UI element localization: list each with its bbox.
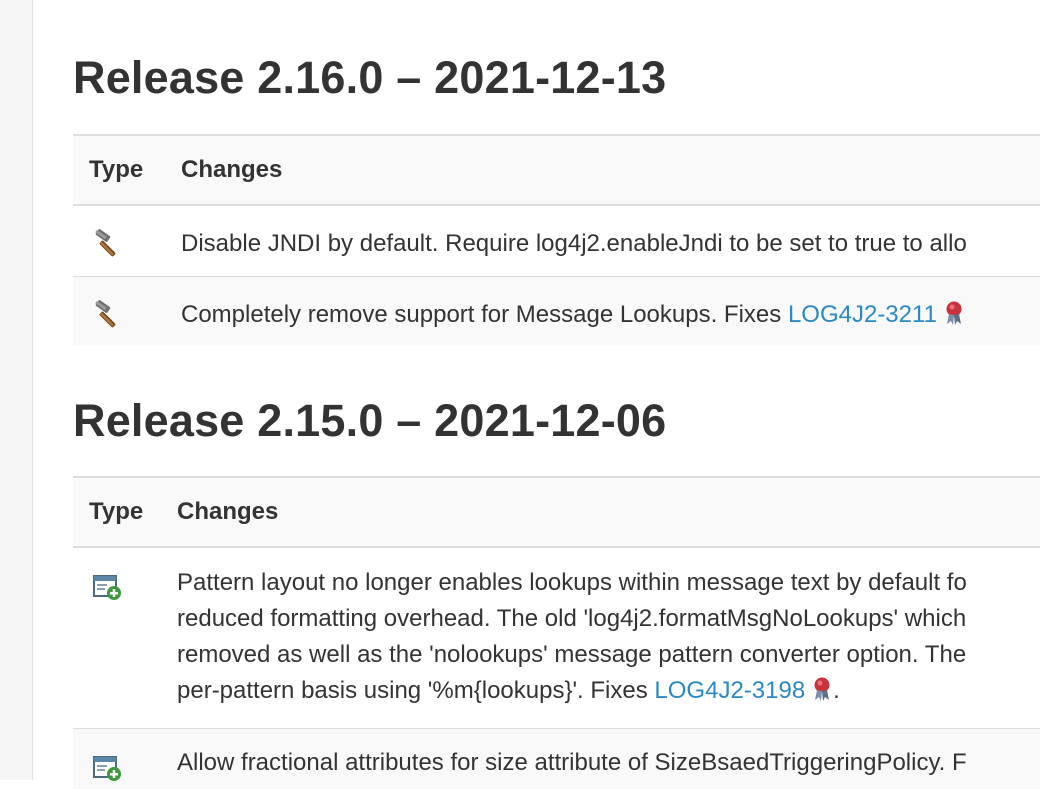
column-header-changes: Changes [177,477,1040,547]
hammer-fix-icon [91,299,123,331]
changes-table: Type Changes Disable JNDI by default. Re… [73,134,1040,345]
hammer-fix-icon [91,228,123,260]
table-row: Completely remove support for Message Lo… [73,277,1040,346]
change-description: Completely remove support for Message Lo… [181,277,1040,333]
change-description: Allow fractional attributes for size att… [177,729,1040,781]
type-cell [73,277,181,346]
change-line: per-pattern basis using '%m{lookups}'. F… [177,673,1040,709]
change-description: Pattern layout no longer enables lookups… [177,548,1040,709]
change-line: removed as well as the 'nolookups' messa… [177,637,1040,673]
change-cell: Disable JNDI by default. Require log4j2.… [181,205,1040,277]
table-row: Pattern layout no longer enables lookups… [73,547,1040,729]
change-text-suffix: . [833,677,840,704]
issue-link[interactable]: LOG4J2-3211 [788,301,937,328]
change-cell: Completely remove support for Message Lo… [181,277,1040,346]
add-feature-icon [91,751,123,783]
change-text-prefix: Completely remove support for Message Lo… [181,301,788,328]
change-line: reduced formatting overhead. The old 'lo… [177,601,1040,637]
changes-table: Type Changes [73,476,1040,789]
change-cell: Pattern layout no longer enables lookups… [177,547,1040,729]
release-heading: Release 2.15.0 – 2021-12-06 [73,395,666,447]
type-cell [73,205,181,277]
change-description: Disable JNDI by default. Require log4j2.… [181,206,1040,262]
type-cell [73,547,177,729]
jira-badge-icon[interactable] [943,300,965,326]
column-header-changes: Changes [181,135,1040,205]
jira-badge-icon[interactable] [811,676,833,702]
issue-link[interactable]: LOG4J2-3198 [654,677,805,704]
change-text-prefix: per-pattern basis using '%m{lookups}'. F… [177,677,654,704]
left-gutter [0,0,33,780]
release-heading: Release 2.16.0 – 2021-12-13 [73,52,666,104]
add-feature-icon [91,570,123,602]
change-line: Pattern layout no longer enables lookups… [177,565,1040,601]
column-header-type: Type [73,135,181,205]
column-header-type: Type [73,477,177,547]
table-row: Disable JNDI by default. Require log4j2.… [73,205,1040,277]
